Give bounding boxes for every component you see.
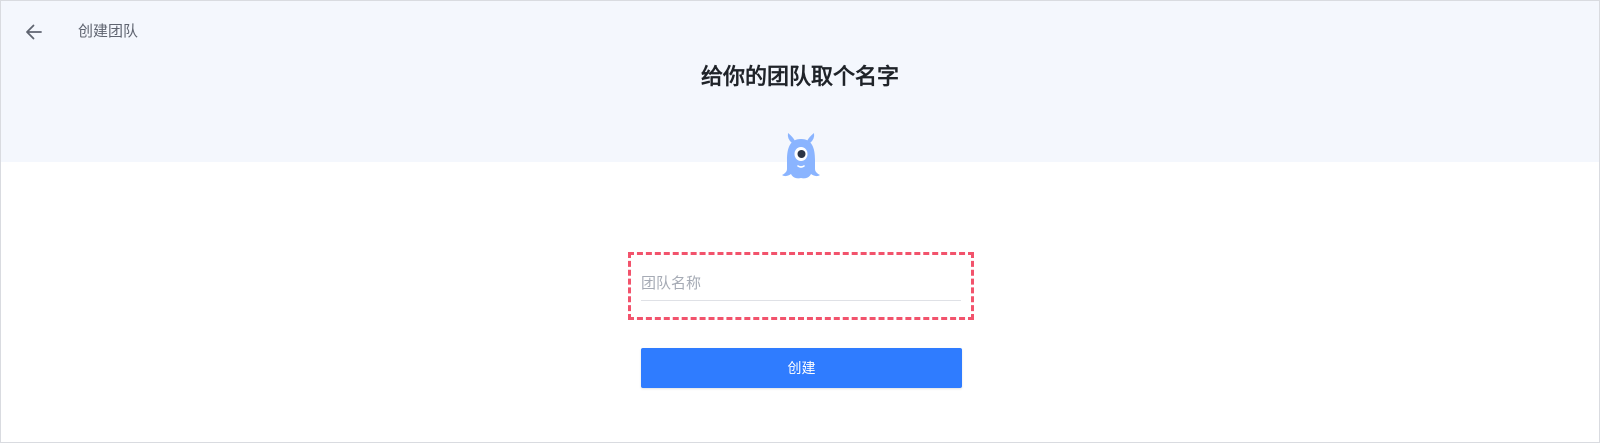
page-title: 创建团队 xyxy=(78,22,139,40)
create-button[interactable]: 创建 xyxy=(641,348,962,388)
one-eyed-monster-icon xyxy=(782,133,820,179)
back-button[interactable] xyxy=(21,19,47,45)
team-name-input[interactable] xyxy=(641,269,961,301)
hero-heading: 给你的团队取个名字 xyxy=(700,65,899,90)
create-team-page: 创建团队 给你的团队取个名字 创建 xyxy=(0,0,1600,443)
arrow-left-icon xyxy=(26,24,42,40)
